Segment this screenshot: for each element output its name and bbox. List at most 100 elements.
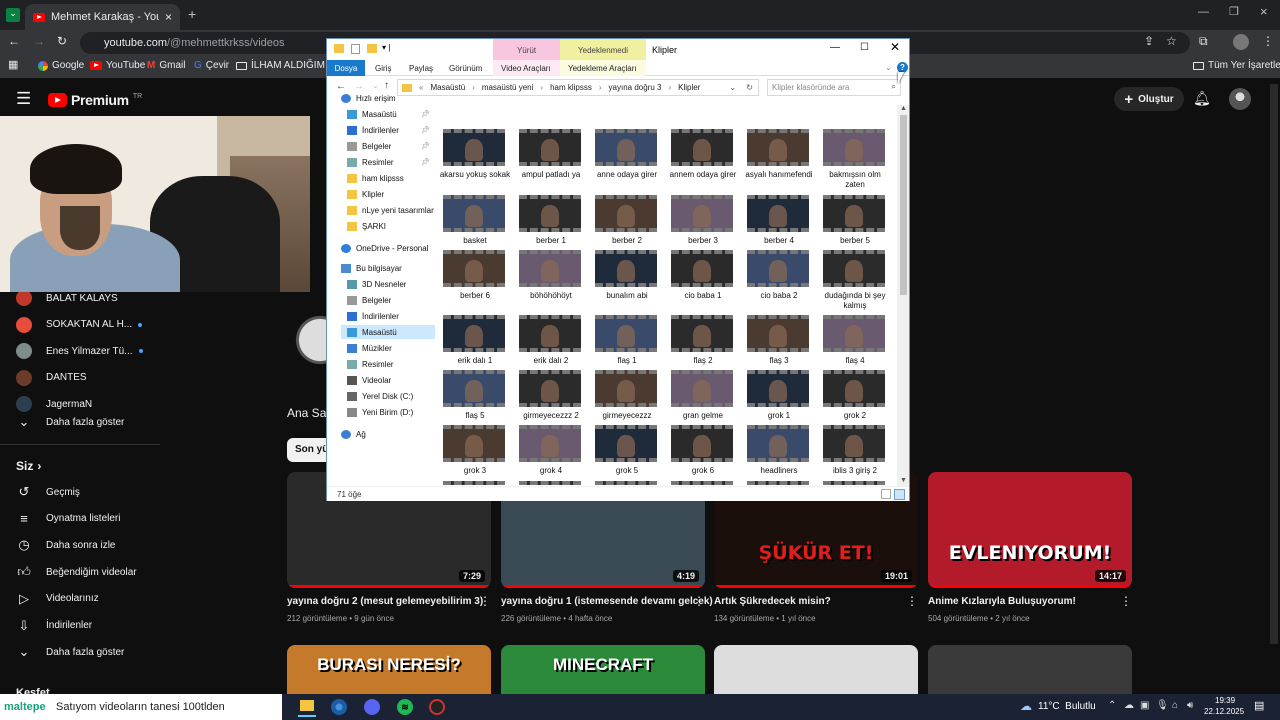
video-file-thumbnail[interactable] — [443, 481, 505, 485]
tray-cloud-icon[interactable]: ☁ — [1124, 700, 1134, 711]
breadcrumb-item[interactable]: ham klipsss — [550, 83, 592, 92]
video-options-icon[interactable]: ⋮ — [479, 594, 491, 608]
tray-overflow-icon[interactable]: ⌃ — [1108, 700, 1116, 711]
taskbar-discord-icon[interactable] — [364, 699, 380, 715]
video-file-thumbnail[interactable] — [823, 481, 885, 485]
install-app-icon[interactable]: ⇪ — [1144, 35, 1154, 47]
nav-item[interactable]: nLye yeni tasarımlar — [347, 203, 434, 217]
scrollbar-thumb[interactable] — [900, 115, 907, 295]
ribbon-tab-home[interactable]: Giriş — [367, 60, 399, 76]
you-menu-item[interactable]: 👍︎ Beğendiğim videolar — [16, 561, 156, 583]
video-file-item[interactable]: anne odaya girer — [591, 129, 659, 185]
user-avatar[interactable] — [1229, 88, 1251, 110]
nav-item[interactable]: Yerel Disk (C:) — [347, 389, 413, 403]
nav-item[interactable]: Yeni Birim (D:) — [347, 405, 413, 419]
new-folder-quick-icon[interactable] — [367, 44, 377, 53]
video-file-item[interactable]: berber 4 — [743, 195, 811, 251]
video-file-thumbnail[interactable] — [519, 481, 581, 485]
address-dropdown-icon[interactable]: ⌄ — [729, 83, 736, 92]
video-file-item[interactable]: flaş 1 — [591, 315, 659, 371]
taskbar-explorer-icon[interactable] — [298, 697, 316, 717]
apps-grid-icon[interactable]: ▦ — [8, 60, 18, 71]
reload-icon[interactable]: ↻ — [57, 35, 67, 47]
video-file-item[interactable]: basket — [439, 195, 507, 251]
you-menu-item[interactable]: ▷ Videolarınız — [16, 588, 156, 610]
video-file-item[interactable]: girmeyecezzz 2 — [515, 370, 583, 426]
video-file-thumbnail[interactable] — [747, 481, 809, 485]
recent-locations-icon[interactable]: ⌄ — [372, 81, 379, 90]
video-file-item[interactable]: berber 5 — [819, 195, 887, 251]
restore-window-icon[interactable]: ❐ — [1229, 5, 1239, 18]
nav-item[interactable]: Ağ — [341, 427, 366, 441]
nav-item[interactable]: Masaüstü 📌︎ — [347, 107, 430, 121]
close-window-icon[interactable]: × — [1260, 4, 1268, 19]
context-tab-backup[interactable]: Yedeklenmedi — [560, 39, 646, 60]
video-file-item[interactable]: grok 5 — [591, 425, 659, 481]
tray-app-icon[interactable]: ▣ — [1140, 700, 1149, 711]
video-file-item[interactable]: grok 6 — [667, 425, 735, 481]
nav-item[interactable]: İndirilenler — [347, 309, 399, 323]
volume-icon[interactable]: 🔊︎ — [1187, 700, 1193, 711]
ribbon-tab-backup-tools[interactable]: Yedekleme Araçları — [560, 60, 646, 76]
subscription-item[interactable]: DANTES — [16, 367, 156, 389]
nav-item[interactable]: Videolar — [347, 373, 391, 387]
nav-item[interactable]: Müzikler — [347, 341, 392, 355]
explorer-minimize-icon[interactable]: — — [830, 42, 840, 53]
clock-date[interactable]: 22.12.2025 — [1204, 707, 1244, 716]
video-title[interactable]: yayına doğru 2 (mesut gelemeyebilirim 3) — [287, 596, 483, 607]
nav-item[interactable]: Masaüstü — [341, 325, 435, 339]
video-file-item[interactable]: akarsu yokuş sokak — [439, 129, 510, 185]
video-file-item[interactable]: asyalı hanımefendi — [743, 129, 813, 185]
minimize-window-icon[interactable]: — — [1198, 6, 1209, 18]
taskbar-spotify-icon[interactable]: ≋ — [397, 699, 413, 715]
network-icon[interactable]: ⌂ — [1172, 700, 1178, 711]
nav-item[interactable]: Hızlı erişim — [341, 91, 396, 105]
video-file-item[interactable]: berber 2 — [591, 195, 659, 251]
video-file-item[interactable]: dudağında bi şey kalmış — [819, 250, 887, 310]
profile-avatar[interactable] — [1233, 34, 1249, 50]
refresh-icon[interactable]: ↻ — [746, 83, 753, 92]
clock-time[interactable]: 19:39 — [1215, 696, 1235, 705]
video-options-icon[interactable]: ⋮ — [906, 594, 918, 608]
taskbar-obs-icon[interactable] — [429, 699, 445, 715]
explorer-search-box[interactable]: Klipler klasöründe ara ⌕ — [767, 79, 901, 96]
breadcrumb-overflow-icon[interactable]: « — [419, 83, 423, 92]
video-file-item[interactable]: girmeyecezzz — [591, 370, 659, 426]
video-file-item[interactable]: flaş 5 — [439, 370, 507, 426]
tab-search-icon[interactable]: ⌄ — [6, 8, 20, 22]
video-file-thumbnail[interactable] — [595, 481, 657, 485]
nav-item[interactable]: 3D Nesneler — [347, 277, 406, 291]
nav-item[interactable]: OneDrive - Personal — [341, 241, 428, 255]
details-view-icon[interactable] — [881, 489, 891, 499]
nav-item[interactable]: Klipler — [347, 187, 384, 201]
explorer-maximize-icon[interactable]: ☐ — [860, 42, 869, 53]
ribbon-tab-file[interactable]: Dosya — [327, 60, 365, 76]
nav-item[interactable]: İndirilenler 📌︎ — [347, 123, 430, 137]
video-file-item[interactable]: erik dalı 2 — [515, 315, 583, 371]
video-file-item[interactable]: bakmışsın olm zaten — [819, 129, 887, 189]
video-file-item[interactable]: grok 1 — [743, 370, 811, 426]
extensions-icon[interactable]: ⧉ — [1199, 35, 1208, 47]
microphone-icon[interactable]: 🎙︎ — [1156, 700, 1169, 711]
nav-item[interactable]: Resimler 📌︎ — [347, 155, 430, 169]
video-options-icon[interactable]: ⋮ — [1120, 594, 1132, 608]
nav-item[interactable]: ham klipsss — [347, 171, 404, 185]
bookmark-star-icon[interactable]: ☆ — [1166, 35, 1177, 47]
nav-item[interactable]: Belgeler — [347, 293, 391, 307]
video-file-item[interactable]: cio baba 2 — [743, 250, 811, 306]
video-file-item[interactable]: flaş 4 — [819, 315, 887, 371]
video-file-item[interactable]: grok 4 — [515, 425, 583, 481]
video-file-item[interactable]: iblis 3 giriş 2 — [819, 425, 887, 481]
page-scrollbar[interactable] — [1270, 84, 1278, 644]
video-title[interactable]: yayına doğru 1 (istemesende devamı gelce… — [501, 596, 713, 607]
you-menu-item[interactable]: ◷ Daha sonra izle — [16, 534, 156, 556]
notification-center-icon[interactable]: ▤ — [1254, 699, 1264, 712]
ribbon-tab-share[interactable]: Paylaş — [401, 60, 441, 76]
browser-tab-youtube[interactable]: Mehmet Karakaş - YouTube × — [25, 4, 180, 30]
bookmark-youtube[interactable]: YouTube — [90, 60, 145, 71]
explorer-scrollbar[interactable]: ▲ ▼ — [897, 105, 909, 487]
video-file-item[interactable]: flaş 2 — [667, 315, 735, 371]
video-file-item[interactable]: bunalım abi — [591, 250, 659, 306]
explorer-close-icon[interactable]: ✕ — [890, 40, 900, 54]
browser-menu-icon[interactable]: ⋮ — [1262, 35, 1274, 47]
